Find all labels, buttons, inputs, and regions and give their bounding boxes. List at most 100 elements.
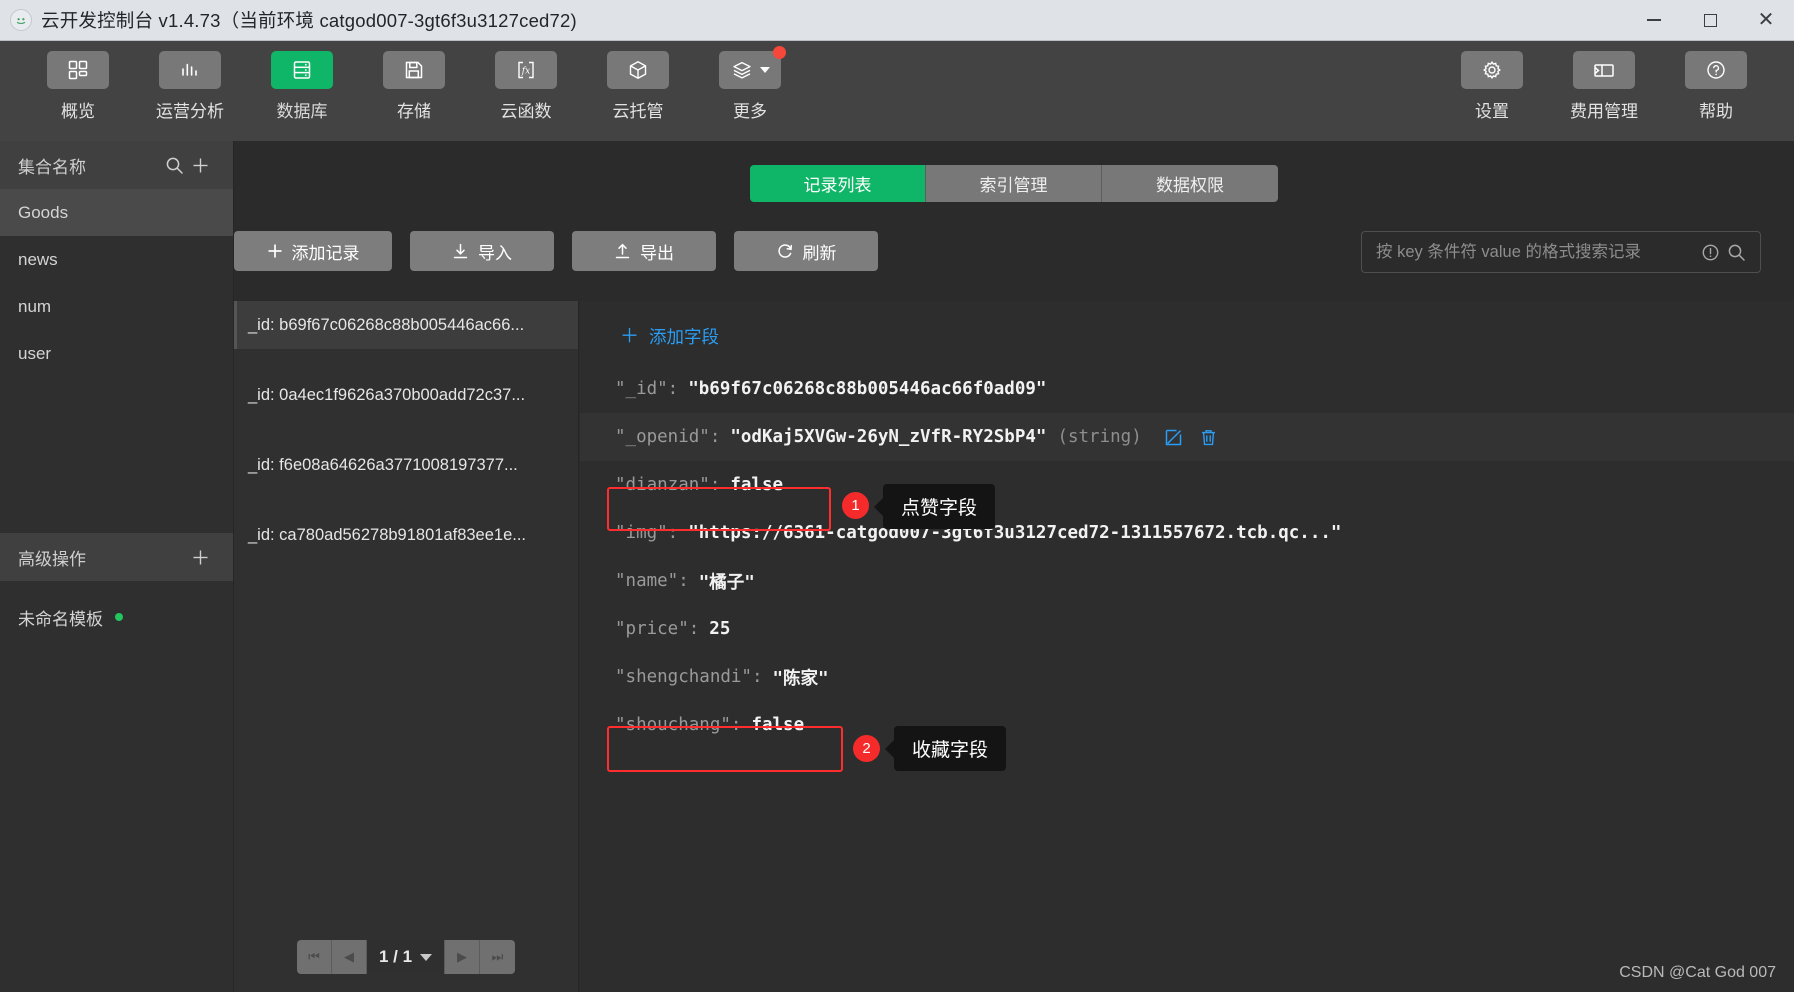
add-record-button[interactable]: 添加记录	[234, 231, 392, 271]
sidebar-item-num[interactable]: num	[0, 283, 233, 330]
app-logo-icon	[10, 9, 32, 31]
field-type: (string)	[1057, 427, 1142, 447]
window-minimize-button[interactable]	[1626, 0, 1682, 40]
nav-label-help: 帮助	[1699, 102, 1733, 121]
search-input[interactable]	[1376, 242, 1694, 262]
chevron-down-icon	[420, 953, 433, 961]
record-spacer	[234, 349, 578, 371]
edit-pencil-icon[interactable]	[1164, 428, 1183, 447]
add-field-button[interactable]: ＋ 添加字段	[620, 324, 719, 349]
json-field-row-price[interactable]: "price": 25	[580, 605, 1794, 653]
field-key: "dianzan":	[615, 475, 721, 495]
pagination-control: ⏮ ◀ 1 / 1 ▶ ⏭	[297, 940, 515, 974]
nav-item-analytics[interactable]: 运营分析	[134, 51, 246, 122]
search-icon[interactable]	[1727, 243, 1746, 262]
record-search-box[interactable]	[1361, 231, 1761, 273]
sidebar-item-unnamed-template[interactable]: 未命名模板	[0, 595, 233, 639]
record-list-panel: _id: b69f67c06268c88b005446ac66... _id: …	[234, 301, 579, 992]
window-maximize-button[interactable]	[1682, 0, 1738, 40]
field-key: "_openid":	[615, 427, 721, 447]
collection-label: user	[18, 343, 52, 363]
field-value: "橘子"	[698, 572, 755, 593]
nav-label-overview: 概览	[61, 102, 95, 121]
nav-item-help[interactable]: 帮助	[1660, 51, 1772, 122]
json-field-row-img[interactable]: "img": "https://6361-catgod007-3gt6f3u31…	[580, 509, 1794, 557]
svg-text:fx: fx	[521, 67, 530, 77]
nav-item-settings[interactable]: 设置	[1436, 51, 1548, 122]
field-key: "price":	[615, 619, 700, 639]
annotation-callout-2: 收藏字段	[894, 726, 1007, 771]
json-field-list: "_id": "b69f67c06268c88b005446ac66f0ad09…	[580, 365, 1794, 749]
nav-item-more[interactable]: 更多	[694, 46, 806, 122]
nav-label-billing: 费用管理	[1570, 102, 1638, 121]
record-list-item[interactable]: _id: f6e08a64626a3771008197377...	[234, 441, 578, 489]
nav-label-settings: 设置	[1475, 102, 1509, 121]
field-value: false	[730, 475, 784, 495]
info-circle-icon[interactable]	[1701, 243, 1720, 262]
annotation-badge-1: 1	[842, 492, 869, 519]
billing-card-icon	[1573, 51, 1635, 89]
page-indicator[interactable]: 1 / 1	[367, 940, 445, 974]
nav-label-database: 数据库	[276, 102, 328, 121]
nav-item-cloud-hosting[interactable]: 云托管	[582, 51, 694, 122]
window-controls: ✕	[1626, 0, 1794, 40]
last-page-icon[interactable]: ⏭	[480, 940, 515, 974]
app-window: 云开发控制台 v1.4.73（当前环境 catgod007-3gt6f3u312…	[0, 0, 1794, 992]
json-field-row-name[interactable]: "name": "橘子"	[580, 557, 1794, 605]
sidebar-header-title: 集合名称	[18, 157, 86, 177]
add-collection-icon[interactable]	[187, 152, 213, 178]
json-field-row-shouchang[interactable]: "shouchang": false	[580, 701, 1794, 749]
trash-icon[interactable]	[1199, 428, 1218, 447]
sidebar-item-goods[interactable]: Goods	[0, 189, 233, 236]
json-field-row-dianzan[interactable]: "dianzan": false	[580, 461, 1794, 509]
tab-data-permission[interactable]: 数据权限	[1102, 165, 1278, 202]
json-field-row-id[interactable]: "_id": "b69f67c06268c88b005446ac66f0ad09…	[580, 365, 1794, 413]
minimize-icon	[1647, 19, 1661, 21]
window-close-button[interactable]: ✕	[1738, 0, 1794, 40]
nav-item-cloud-function[interactable]: fx 云函数	[470, 51, 582, 122]
annotation-badge-2: 2	[853, 735, 880, 762]
export-button[interactable]: 导出	[572, 231, 716, 271]
nav-item-database[interactable]: 数据库	[246, 51, 358, 122]
tab-label: 数据权限	[1156, 176, 1224, 195]
nav-label-more: 更多	[733, 102, 767, 121]
import-button[interactable]: 导入	[410, 231, 554, 271]
tab-record-list[interactable]: 记录列表	[750, 165, 926, 202]
template-label: 未命名模板	[18, 609, 103, 629]
collection-label: Goods	[18, 202, 69, 222]
add-template-icon[interactable]	[187, 544, 213, 570]
close-icon: ✕	[1757, 9, 1775, 31]
field-value: 25	[709, 619, 731, 639]
prev-page-icon[interactable]: ◀	[332, 940, 367, 974]
nav-item-overview[interactable]: 概览	[22, 51, 134, 122]
first-page-icon[interactable]: ⏮	[297, 940, 332, 974]
button-label: 导入	[478, 243, 512, 263]
tab-index-management[interactable]: 索引管理	[926, 165, 1102, 202]
sidebar-item-user[interactable]: user	[0, 330, 233, 377]
field-key: "img":	[615, 523, 679, 543]
plus-icon	[267, 243, 283, 259]
search-icon[interactable]	[161, 152, 187, 178]
nav-item-storage[interactable]: 存储	[358, 51, 470, 122]
gear-icon	[1461, 51, 1523, 89]
nav-label-cloud-function: 云函数	[500, 102, 552, 121]
record-list-item[interactable]: _id: 0a4ec1f9626a370b00add72c37...	[234, 371, 578, 419]
window-title: 云开发控制台 v1.4.73（当前环境 catgod007-3gt6f3u312…	[41, 10, 577, 31]
records-toolbar: 添加记录 导入 导出 刷新 按 key 条件符 value 的格式搜索记录	[234, 231, 1794, 281]
json-field-row-openid[interactable]: "_openid": "odKaj5XVGw-26yN_zVfR-RY2SbP4…	[580, 413, 1794, 461]
window-titlebar: 云开发控制台 v1.4.73（当前环境 catgod007-3gt6f3u312…	[0, 0, 1794, 41]
field-key: "name":	[615, 571, 689, 591]
record-list-item[interactable]: _id: b69f67c06268c88b005446ac66...	[234, 301, 578, 349]
collection-label: num	[18, 296, 52, 316]
nav-item-billing[interactable]: 费用管理	[1548, 51, 1660, 122]
question-circle-icon	[1685, 51, 1747, 89]
json-field-row-shengchandi[interactable]: "shengchandi": "陈家"	[580, 653, 1794, 701]
next-page-icon[interactable]: ▶	[445, 940, 480, 974]
cube-icon	[607, 51, 669, 89]
watermark-label: CSDN @Cat God 007	[1619, 964, 1776, 981]
refresh-button[interactable]: 刷新	[734, 231, 878, 271]
sidebar-item-news[interactable]: news	[0, 236, 233, 283]
top-nav-right-group: 设置 费用管理 帮助	[1414, 41, 1794, 122]
record-list-item[interactable]: _id: ca780ad56278b91801af83ee1e...	[234, 511, 578, 559]
button-label: 刷新	[802, 243, 837, 263]
